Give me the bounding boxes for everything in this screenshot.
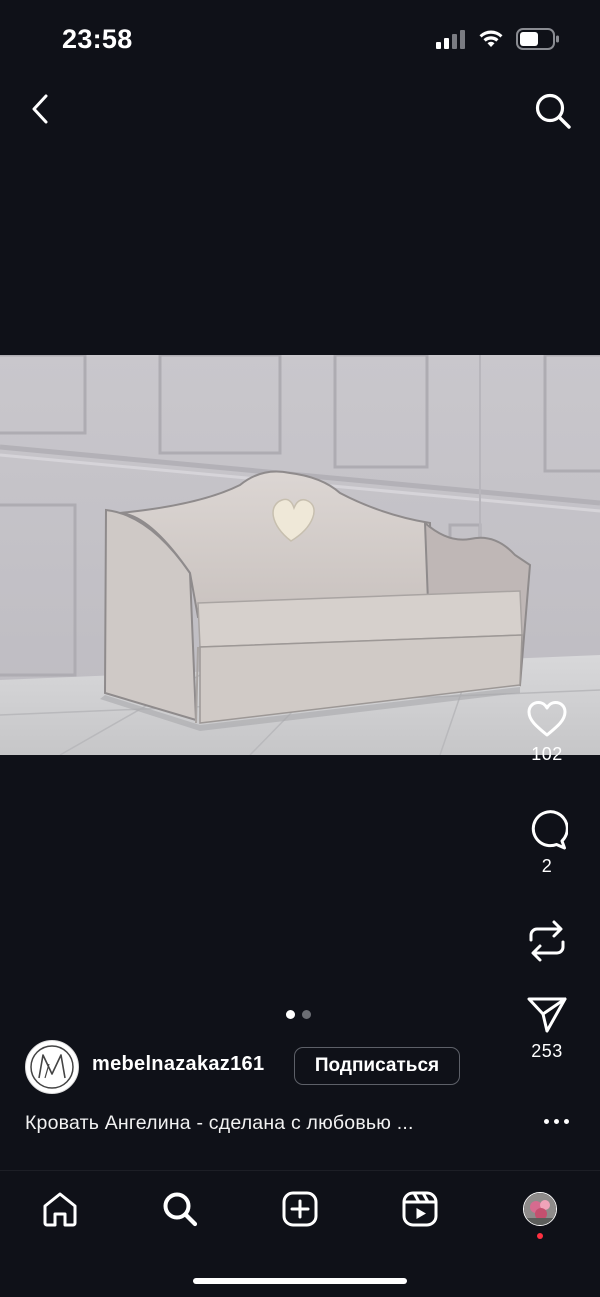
repost-action[interactable] — [512, 918, 582, 964]
battery-icon — [516, 28, 559, 50]
nav-profile[interactable] — [518, 1185, 562, 1233]
wifi-icon — [479, 30, 503, 47]
search-icon — [535, 93, 571, 129]
nav-create[interactable] — [278, 1185, 322, 1233]
comment-bubble-icon — [531, 810, 568, 850]
nav-home[interactable] — [38, 1185, 82, 1233]
heart-icon — [527, 701, 567, 737]
repost-icon — [529, 920, 565, 962]
author-username[interactable]: mebelnazakaz161 — [92, 1053, 264, 1076]
bottom-nav-divider — [0, 1170, 600, 1171]
reels-icon — [402, 1191, 438, 1227]
carousel-pager — [286, 1010, 311, 1019]
search-icon — [163, 1192, 198, 1227]
status-icons — [436, 28, 560, 50]
back-button[interactable] — [20, 88, 60, 130]
author-avatar[interactable] — [25, 1040, 79, 1094]
share-action[interactable]: 253 — [512, 995, 582, 1062]
brand-logo — [30, 1045, 74, 1089]
chevron-left-icon — [32, 94, 48, 124]
paper-plane-icon — [527, 997, 567, 1033]
like-action[interactable]: 102 — [512, 700, 582, 765]
follow-button[interactable]: Подписаться — [294, 1047, 460, 1085]
pager-dot-active — [286, 1010, 295, 1019]
create-plus-icon — [282, 1191, 318, 1227]
search-button[interactable] — [530, 88, 576, 134]
more-options-button[interactable] — [536, 1106, 576, 1136]
notification-dot — [537, 1233, 543, 1239]
post-photo[interactable] — [0, 355, 600, 755]
cellular-signal-icon — [436, 30, 465, 49]
comments-count: 2 — [541, 856, 553, 876]
profile-avatar — [523, 1192, 557, 1226]
comment-action[interactable]: 2 — [512, 810, 582, 877]
status-time: 23:58 — [62, 24, 133, 54]
post-caption[interactable]: Кровать Ангелина - сделана с любовью ... — [25, 1112, 414, 1135]
likes-count: 102 — [531, 744, 563, 764]
bottom-nav — [0, 1185, 600, 1235]
more-dots-icon — [543, 1118, 549, 1124]
shares-count: 253 — [531, 1041, 563, 1061]
nav-reels[interactable] — [398, 1185, 442, 1233]
sofa-bed-photo — [0, 355, 600, 755]
home-icon — [43, 1192, 77, 1227]
pager-dot — [302, 1010, 311, 1019]
home-indicator — [193, 1278, 407, 1284]
nav-search[interactable] — [158, 1185, 202, 1233]
